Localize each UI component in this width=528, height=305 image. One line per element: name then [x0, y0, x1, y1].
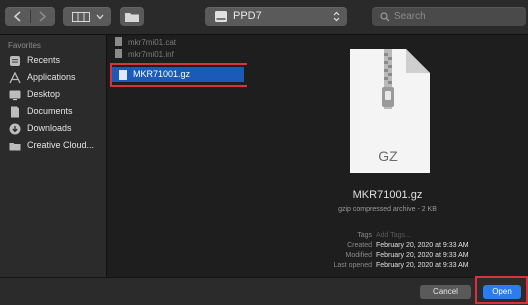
sidebar-heading: Favorites — [8, 41, 41, 50]
file-row[interactable]: mkr7mi01.inf — [115, 49, 174, 59]
search-placeholder: Search — [394, 11, 426, 22]
downloads-icon — [9, 123, 21, 135]
sidebar-item-downloads[interactable]: Downloads — [4, 120, 104, 138]
meta-key: Modified — [345, 252, 372, 259]
documents-icon — [11, 106, 19, 118]
creative-cloud-icon — [9, 143, 21, 151]
selected-file-highlight — [110, 63, 256, 87]
cancel-button[interactable]: Cancel — [420, 285, 471, 299]
file-row[interactable]: mkr7mi01.cat — [115, 37, 176, 47]
desktop-icon — [9, 90, 21, 101]
forward-icon[interactable] — [37, 11, 47, 22]
nav-buttons — [5, 7, 55, 26]
add-tags-field[interactable]: Add Tags... — [376, 232, 411, 239]
group-button[interactable] — [120, 7, 144, 26]
sidebar-item-label: Downloads — [27, 123, 72, 133]
location-label: PPD7 — [233, 10, 262, 22]
columns-view-icon — [72, 12, 90, 22]
file-name: mkr7mi01.cat — [128, 38, 177, 47]
applications-icon — [9, 72, 21, 84]
location-popup[interactable]: PPD7 — [205, 7, 347, 26]
sidebar-item-desktop[interactable]: Desktop — [4, 86, 104, 104]
sidebar-item-label: Applications — [27, 72, 76, 82]
file-icon — [115, 37, 122, 46]
sidebar-item-label: Desktop — [27, 89, 61, 99]
meta-key: Tags — [357, 232, 372, 239]
meta-value: February 20, 2020 at 9:33 AM — [376, 262, 469, 269]
sidebar-item-creative-cloud[interactable]: Creative Cloud... — [4, 137, 104, 155]
chevron-down-icon — [96, 14, 104, 20]
preview-pane: GZ MKR71001.gz gzip compressed archive -… — [247, 35, 528, 277]
dialog-footer: Cancel Open — [0, 277, 528, 305]
sidebar-item-label: Creative Cloud... — [27, 140, 95, 150]
meta-key: Last opened — [333, 262, 372, 269]
sidebar-item-applications[interactable]: Applications — [4, 69, 104, 87]
search-icon — [380, 12, 390, 22]
up-down-chevron-icon — [333, 11, 340, 22]
sidebar-item-documents[interactable]: Documents — [4, 103, 104, 121]
file-type-label: GZ — [378, 148, 398, 164]
meta-value: February 20, 2020 at 9:33 AM — [376, 252, 469, 259]
preview-file-kind: gzip compressed archive - 2 KB — [338, 206, 437, 213]
back-icon[interactable] — [13, 11, 23, 22]
meta-key: Created — [347, 242, 372, 249]
folder-icon — [125, 13, 139, 22]
search-field[interactable]: Search — [372, 7, 526, 26]
file-icon — [115, 49, 122, 58]
file-name: mkr7mi01.inf — [128, 50, 174, 59]
sidebar-item-recents[interactable]: Recents — [4, 52, 104, 70]
drive-icon — [215, 11, 227, 22]
sidebar-item-label: Documents — [27, 106, 73, 116]
toolbar: PPD7 Search — [0, 0, 528, 35]
meta-value: February 20, 2020 at 9:33 AM — [376, 242, 469, 249]
preview-file-name: MKR71001.gz — [352, 189, 423, 201]
recents-icon — [10, 56, 20, 66]
sidebar-item-label: Recents — [27, 55, 61, 65]
sidebar: Favorites Recents Applications Desktop D… — [0, 35, 106, 277]
open-button-highlight — [475, 276, 528, 304]
view-options-button[interactable] — [63, 7, 111, 26]
